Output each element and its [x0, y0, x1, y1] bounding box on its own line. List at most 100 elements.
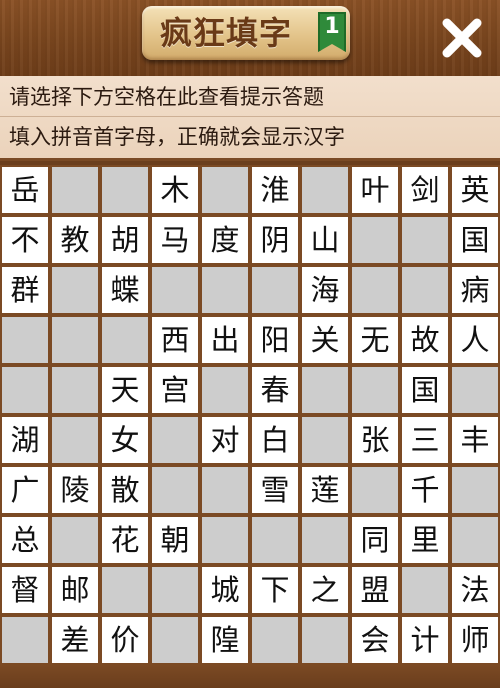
grid-cell[interactable]: 城 — [202, 567, 248, 613]
grid-cell[interactable]: 春 — [252, 367, 298, 413]
blocked-cell — [252, 517, 298, 563]
grid-cell[interactable]: 淮 — [252, 167, 298, 213]
blocked-cell — [52, 367, 98, 413]
grid-cell[interactable]: 雪 — [252, 467, 298, 513]
grid-cell[interactable]: 丰 — [452, 417, 498, 463]
grid-cell[interactable]: 花 — [102, 517, 148, 563]
blocked-cell — [302, 617, 348, 663]
grid-cell[interactable]: 宫 — [152, 367, 198, 413]
grid-cell[interactable]: 广 — [2, 467, 48, 513]
grid-cell[interactable]: 国 — [452, 217, 498, 263]
grid-cell[interactable]: 出 — [202, 317, 248, 363]
grid-cell[interactable]: 价 — [102, 617, 148, 663]
grid-cell[interactable]: 邮 — [52, 567, 98, 613]
blocked-cell — [102, 567, 148, 613]
blocked-cell — [352, 467, 398, 513]
grid-cell[interactable]: 千 — [402, 467, 448, 513]
grid-cell[interactable]: 阴 — [252, 217, 298, 263]
grid-cell[interactable]: 故 — [402, 317, 448, 363]
grid-cell[interactable]: 隍 — [202, 617, 248, 663]
blocked-cell — [352, 217, 398, 263]
grid-cell[interactable]: 胡 — [102, 217, 148, 263]
grid-cell[interactable]: 里 — [402, 517, 448, 563]
grid-cell[interactable]: 陵 — [52, 467, 98, 513]
grid-cell[interactable]: 对 — [202, 417, 248, 463]
grid-cell[interactable]: 度 — [202, 217, 248, 263]
grid-cell[interactable]: 关 — [302, 317, 348, 363]
hint-panel: 请选择下方空格在此查看提示答题 填入拼音首字母，正确就会显示汉字 — [0, 76, 500, 161]
grid-cell[interactable]: 教 — [52, 217, 98, 263]
blocked-cell — [2, 317, 48, 363]
grid-cell[interactable]: 下 — [252, 567, 298, 613]
blocked-cell — [152, 617, 198, 663]
grid-cell[interactable]: 散 — [102, 467, 148, 513]
grid-cell[interactable]: 总 — [2, 517, 48, 563]
grid-cell[interactable]: 国 — [402, 367, 448, 413]
blocked-cell — [52, 417, 98, 463]
grid-cell[interactable]: 天 — [102, 367, 148, 413]
blocked-cell — [2, 617, 48, 663]
header-bar: 疯狂填字 1 — [0, 0, 500, 76]
blocked-cell — [202, 467, 248, 513]
grid-cell[interactable]: 白 — [252, 417, 298, 463]
blocked-cell — [202, 367, 248, 413]
grid-cell[interactable]: 女 — [102, 417, 148, 463]
blocked-cell — [252, 267, 298, 313]
blocked-cell — [52, 317, 98, 363]
grid-cell[interactable]: 法 — [452, 567, 498, 613]
blocked-cell — [202, 267, 248, 313]
grid-cell[interactable]: 蝶 — [102, 267, 148, 313]
grid-cell[interactable]: 三 — [402, 417, 448, 463]
grid-cell[interactable]: 之 — [302, 567, 348, 613]
grid-cell[interactable]: 叶 — [352, 167, 398, 213]
bottom-wood-strip — [0, 665, 500, 688]
blocked-cell — [402, 567, 448, 613]
grid-cell[interactable]: 湖 — [2, 417, 48, 463]
grid-cell[interactable]: 山 — [302, 217, 348, 263]
title-plaque: 疯狂填字 1 — [142, 6, 350, 60]
hint-text-line-1: 请选择下方空格在此查看提示答题 — [9, 85, 324, 109]
blocked-cell — [52, 167, 98, 213]
blocked-cell — [152, 267, 198, 313]
blocked-cell — [352, 367, 398, 413]
grid-cell[interactable]: 朝 — [152, 517, 198, 563]
grid-cell[interactable]: 不 — [2, 217, 48, 263]
blocked-cell — [2, 367, 48, 413]
grid-cell[interactable]: 同 — [352, 517, 398, 563]
blocked-cell — [402, 267, 448, 313]
close-button[interactable] — [436, 12, 488, 64]
grid-cell[interactable]: 群 — [2, 267, 48, 313]
grid-cell[interactable]: 木 — [152, 167, 198, 213]
blocked-cell — [452, 467, 498, 513]
blocked-cell — [452, 367, 498, 413]
blocked-cell — [252, 617, 298, 663]
blocked-cell — [202, 167, 248, 213]
grid-cell[interactable]: 督 — [2, 567, 48, 613]
grid-cell[interactable]: 马 — [152, 217, 198, 263]
blocked-cell — [402, 217, 448, 263]
grid-cell[interactable]: 计 — [402, 617, 448, 663]
grid-cell[interactable]: 莲 — [302, 467, 348, 513]
grid-cell[interactable]: 张 — [352, 417, 398, 463]
blocked-cell — [102, 167, 148, 213]
grid-cell[interactable]: 英 — [452, 167, 498, 213]
grid-cell[interactable]: 会 — [352, 617, 398, 663]
grid-cell[interactable]: 病 — [452, 267, 498, 313]
level-badge-icon: 1 — [318, 12, 346, 52]
grid-cell[interactable]: 阳 — [252, 317, 298, 363]
grid-cell[interactable]: 岳 — [2, 167, 48, 213]
crossword-grid: 岳木淮叶剑英不教胡马度阴山国群蝶海病西出阳关无故人天宫春国湖女对白张三丰广陵散雪… — [0, 165, 500, 665]
grid-cell[interactable]: 海 — [302, 267, 348, 313]
blocked-cell — [302, 167, 348, 213]
hint-divider — [0, 116, 500, 117]
grid-cell[interactable]: 差 — [52, 617, 98, 663]
blocked-cell — [202, 517, 248, 563]
grid-cell[interactable]: 西 — [152, 317, 198, 363]
grid-cell[interactable]: 盟 — [352, 567, 398, 613]
grid-cell[interactable]: 无 — [352, 317, 398, 363]
grid-cell[interactable]: 剑 — [402, 167, 448, 213]
game-title: 疯狂填字 — [160, 14, 293, 52]
grid-cell[interactable]: 师 — [452, 617, 498, 663]
grid-cell[interactable]: 人 — [452, 317, 498, 363]
blocked-cell — [52, 267, 98, 313]
